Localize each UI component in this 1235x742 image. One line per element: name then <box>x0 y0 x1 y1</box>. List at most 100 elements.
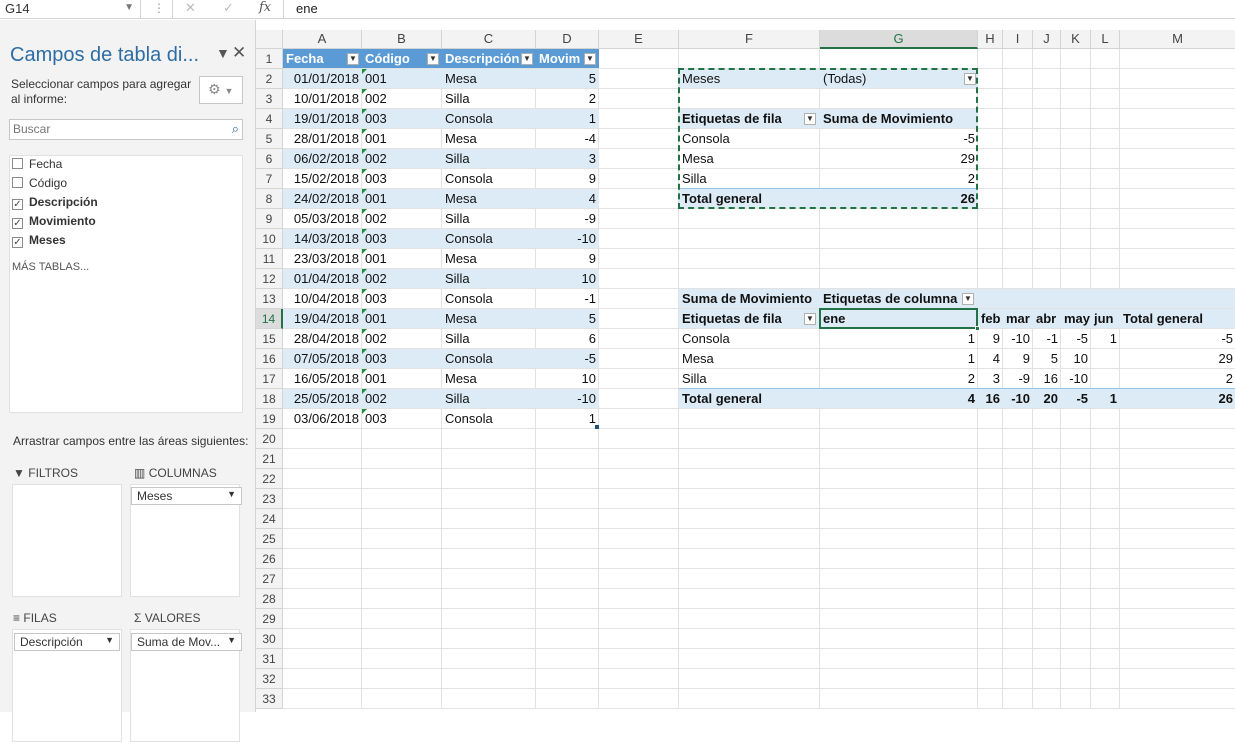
table-cell[interactable]: 16/05/2018 <box>283 369 362 389</box>
row-header[interactable]: 10 <box>256 229 283 249</box>
pivot2-value[interactable]: 5 <box>1033 349 1061 369</box>
column-header[interactable]: J <box>1033 30 1061 49</box>
row-header[interactable]: 4 <box>256 109 283 129</box>
row-header[interactable]: 9 <box>256 209 283 229</box>
pivot2-total-value[interactable]: 26 <box>1120 389 1235 409</box>
table-cell[interactable]: 2 <box>536 89 599 109</box>
pivot2-month-header[interactable]: feb <box>978 309 1005 329</box>
pivot2-row-item[interactable]: Consola <box>679 329 820 349</box>
table-cell[interactable]: Silla <box>442 149 536 169</box>
table-cell[interactable]: Silla <box>442 89 536 109</box>
field-item[interactable]: ✓ Meses <box>12 233 66 251</box>
table-cell[interactable]: Silla <box>442 269 536 289</box>
table-cell[interactable]: 25/05/2018 <box>283 389 362 409</box>
table-cell[interactable]: Consola <box>442 409 536 429</box>
table-header-cell[interactable]: Descripción <box>442 49 520 69</box>
table-cell[interactable]: 002 <box>362 149 442 169</box>
table-filter-button[interactable]: ▼ <box>521 53 533 65</box>
table-cell[interactable]: 28/01/2018 <box>283 129 362 149</box>
column-header[interactable]: G <box>820 30 978 49</box>
row-header[interactable]: 11 <box>256 249 283 269</box>
table-filter-button[interactable]: ▼ <box>427 53 439 65</box>
column-header[interactable]: F <box>679 30 820 49</box>
table-cell[interactable]: 14/03/2018 <box>283 229 362 249</box>
table-cell[interactable]: 003 <box>362 289 442 309</box>
pivot2-value[interactable]: -5 <box>1120 329 1235 349</box>
table-cell[interactable]: 6 <box>536 329 599 349</box>
pivot2-value[interactable]: -10 <box>1003 329 1033 349</box>
column-header[interactable]: H <box>978 30 1003 49</box>
table-cell[interactable]: Consola <box>442 229 536 249</box>
row-header[interactable]: 15 <box>256 329 283 349</box>
field-item[interactable]: Código <box>12 176 67 194</box>
chevron-down-icon[interactable]: ▼ <box>105 635 114 645</box>
row-header[interactable]: 22 <box>256 469 283 489</box>
pivot2-value[interactable] <box>1091 349 1120 369</box>
values-chip[interactable]: Suma de Mov... ▼ <box>131 633 242 651</box>
row-header[interactable]: 21 <box>256 449 283 469</box>
pivot2-row-item[interactable]: Silla <box>679 369 820 389</box>
table-cell[interactable]: 01/04/2018 <box>283 269 362 289</box>
table-cell[interactable]: 001 <box>362 129 442 149</box>
table-cell[interactable]: Silla <box>442 209 536 229</box>
table-cell[interactable]: Mesa <box>442 69 536 89</box>
checkbox[interactable]: ✓ <box>12 218 23 229</box>
pivot2-value[interactable]: 9 <box>1003 349 1033 369</box>
table-cell[interactable]: 002 <box>362 209 442 229</box>
table-cell[interactable]: 28/04/2018 <box>283 329 362 349</box>
table-cell[interactable]: 4 <box>536 189 599 209</box>
field-item[interactable]: ✓ Movimiento <box>12 214 96 232</box>
pivot2-value[interactable]: 16 <box>1033 369 1061 389</box>
pivot2-total-label[interactable]: Total general <box>679 389 820 409</box>
pivot2-value[interactable]: 1 <box>820 329 978 349</box>
row-header[interactable]: 29 <box>256 609 283 629</box>
row-header[interactable]: 18 <box>256 389 283 409</box>
cancel-icon[interactable]: ✕ <box>185 0 196 16</box>
pivot2-total-value[interactable]: -10 <box>1003 389 1033 409</box>
column-header[interactable]: A <box>283 30 362 49</box>
pivot2-month-header[interactable]: mar <box>1003 309 1035 329</box>
table-cell[interactable]: 9 <box>536 249 599 269</box>
table-cell[interactable]: 001 <box>362 189 442 209</box>
table-cell[interactable]: Silla <box>442 389 536 409</box>
pivot2-value[interactable]: 9 <box>978 329 1003 349</box>
table-cell[interactable]: Consola <box>442 289 536 309</box>
pivot2-month-header[interactable]: jun <box>1091 309 1122 329</box>
table-cell[interactable]: -5 <box>536 349 599 369</box>
column-header[interactable]: I <box>1003 30 1033 49</box>
table-cell[interactable]: 19/04/2018 <box>283 309 362 329</box>
pivot2-value[interactable]: 29 <box>1120 349 1235 369</box>
table-cell[interactable]: -1 <box>536 289 599 309</box>
table-cell[interactable]: Mesa <box>442 129 536 149</box>
pivot2-month-header[interactable]: Total general <box>1120 309 1235 329</box>
pivot2-value[interactable]: -1 <box>1033 329 1061 349</box>
more-tables-link[interactable]: MÁS TABLAS... <box>12 261 89 273</box>
table-cell[interactable]: 002 <box>362 389 442 409</box>
row-header[interactable]: 33 <box>256 689 283 709</box>
fill-handle[interactable] <box>975 326 980 331</box>
search-input[interactable]: Buscar ⌕ <box>9 119 243 140</box>
table-cell[interactable]: Silla <box>442 329 536 349</box>
active-cell-cursor[interactable] <box>819 308 978 329</box>
row-header[interactable]: 30 <box>256 629 283 649</box>
pivot2-total-value[interactable]: 16 <box>978 389 1003 409</box>
table-filter-button[interactable]: ▼ <box>584 53 596 65</box>
chevron-down-icon[interactable]: ▼ <box>124 2 134 13</box>
table-cell[interactable]: -10 <box>536 229 599 249</box>
filters-dropzone[interactable] <box>12 484 122 597</box>
pane-options-icon[interactable]: ▼ <box>216 45 230 61</box>
pivot2-row-item[interactable]: Mesa <box>679 349 820 369</box>
rows-dropzone[interactable]: Descripción ▼ <box>12 629 122 742</box>
pivot2-value-label[interactable]: Suma de Movimiento <box>679 289 820 309</box>
row-header[interactable]: 31 <box>256 649 283 669</box>
table-cell[interactable]: 01/01/2018 <box>283 69 362 89</box>
table-cell[interactable]: 05/03/2018 <box>283 209 362 229</box>
close-icon[interactable]: ✕ <box>232 43 246 63</box>
formula-input[interactable]: ene <box>296 1 318 16</box>
table-cell[interactable]: -9 <box>536 209 599 229</box>
table-cell[interactable]: 10 <box>536 369 599 389</box>
worksheet-grid[interactable]: A B C D E F G H I J K L M 1 2 3 4 5 6 7 8 9 10 11 12 13 14 15 16 17 18… <box>256 30 1235 712</box>
table-cell[interactable]: 19/01/2018 <box>283 109 362 129</box>
row-header[interactable]: 28 <box>256 589 283 609</box>
row-header[interactable]: 24 <box>256 509 283 529</box>
